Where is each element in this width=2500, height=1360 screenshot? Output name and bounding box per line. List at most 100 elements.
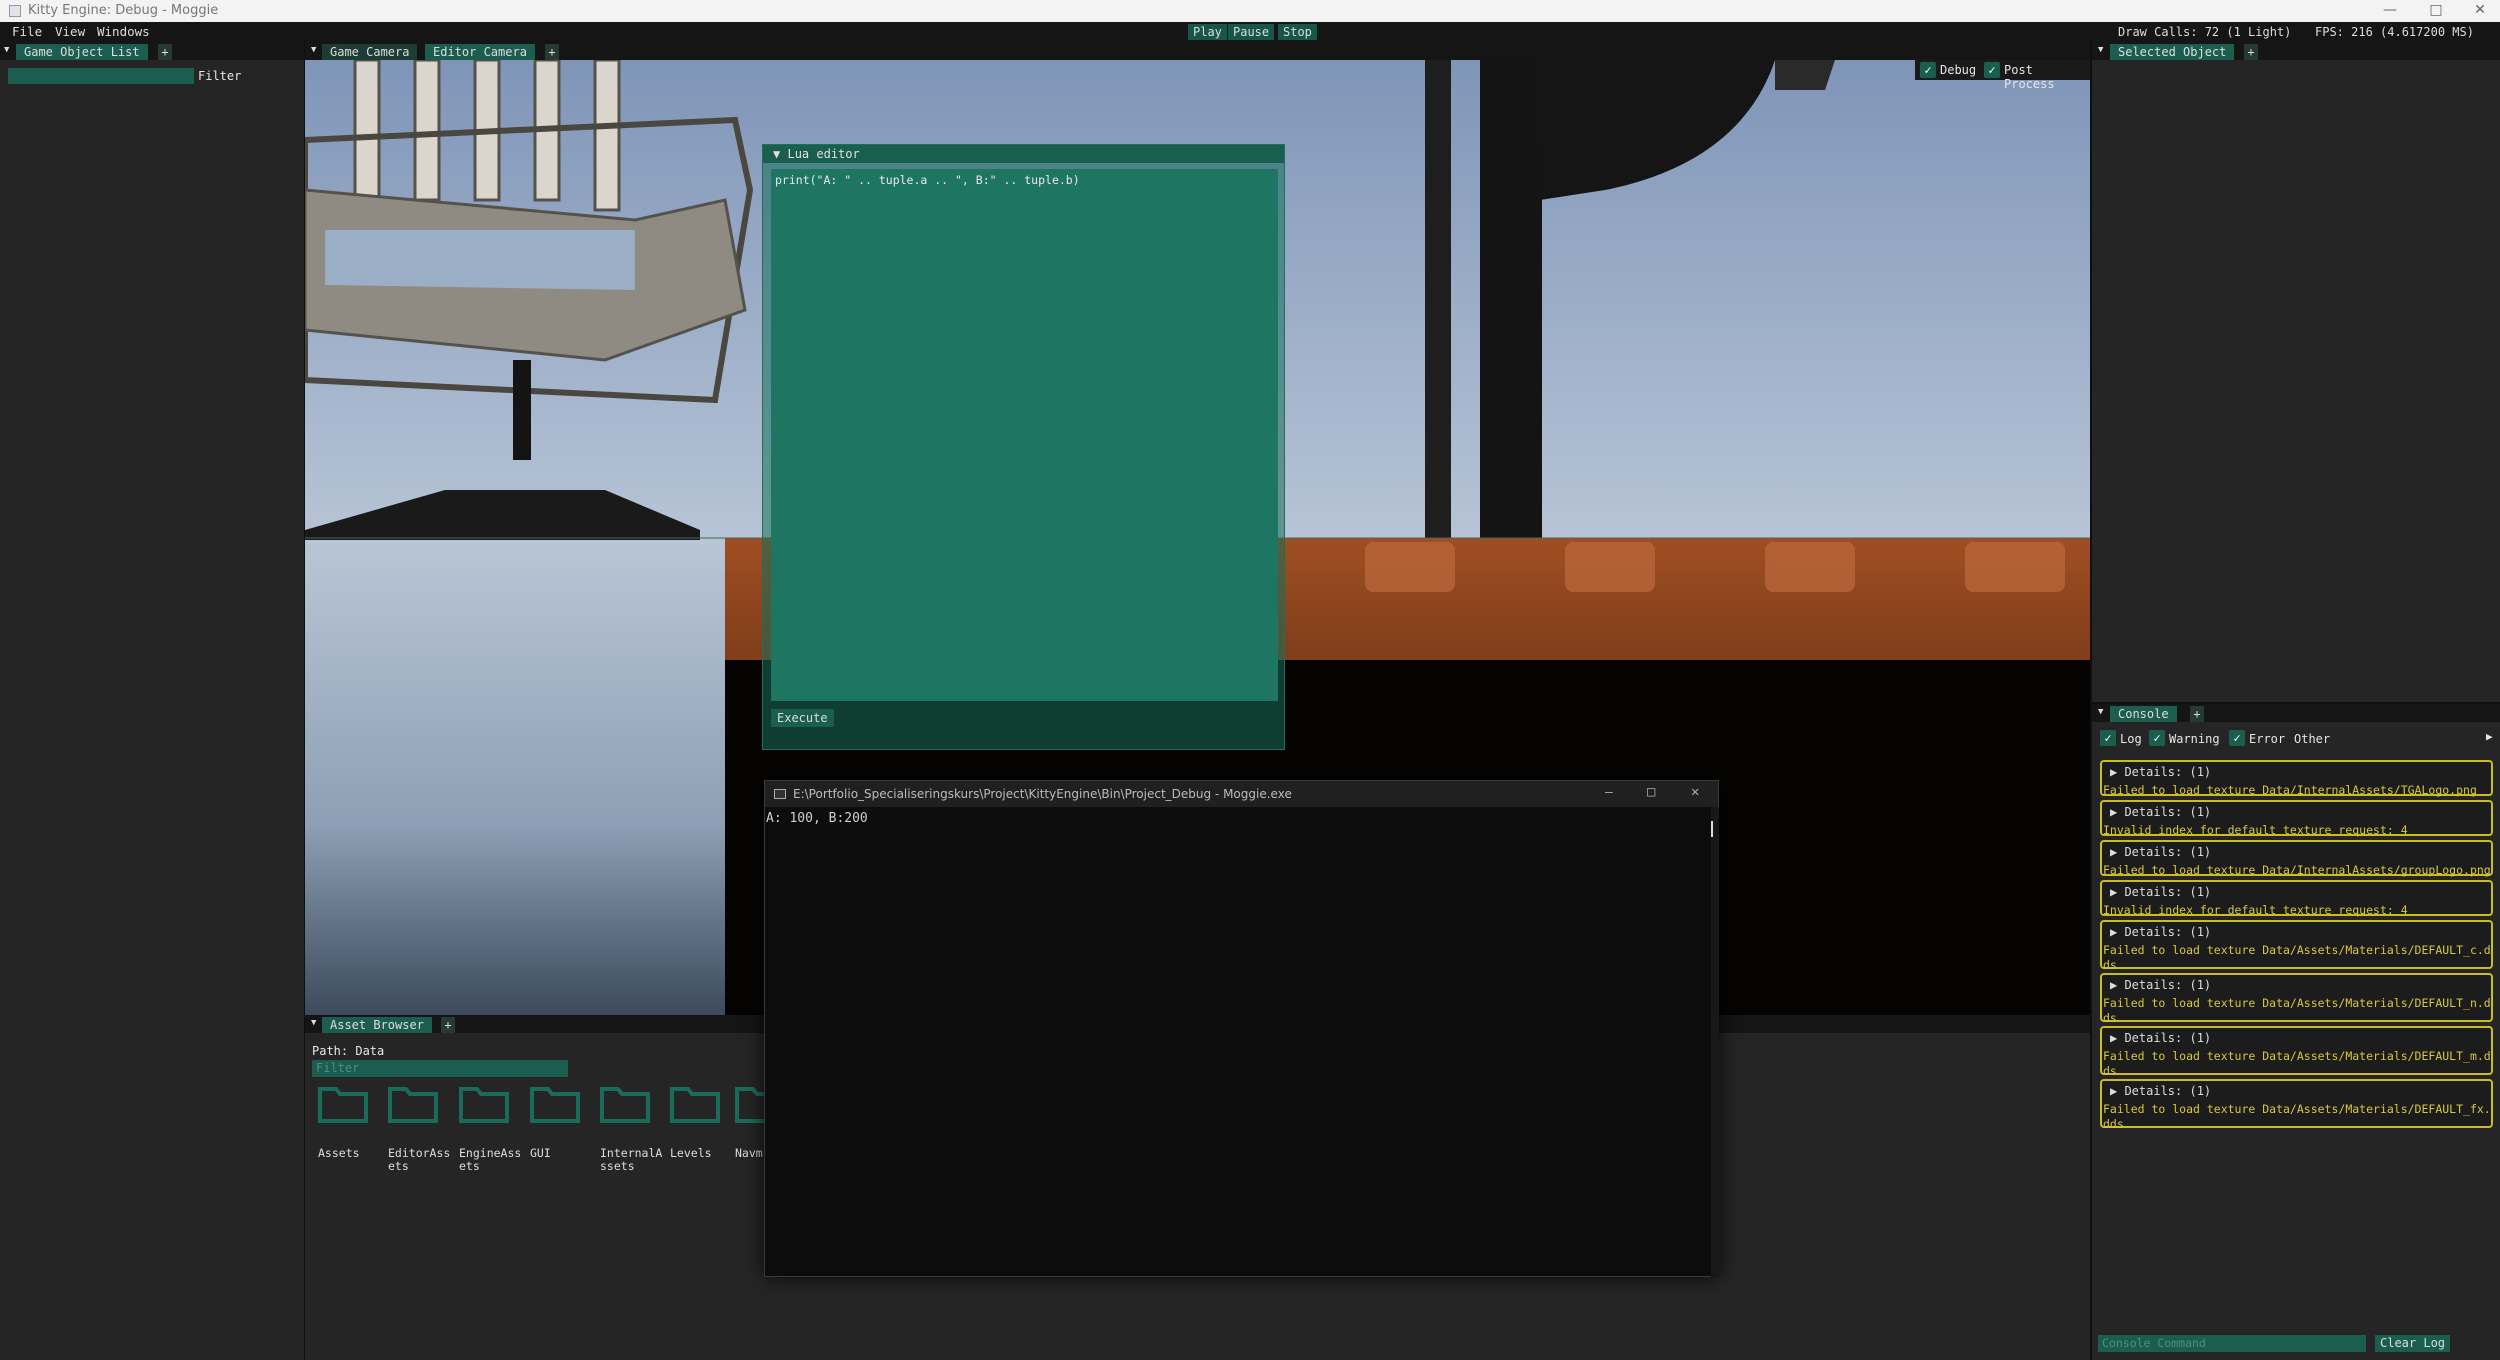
menu-file[interactable]: File: [12, 24, 42, 39]
collapse-icon[interactable]: ▼: [773, 147, 780, 161]
close-icon[interactable]: ✕: [1691, 784, 1699, 800]
add-tab-icon[interactable]: +: [545, 44, 559, 60]
tab-editor-camera[interactable]: Editor Camera: [425, 44, 535, 60]
error-filter-label: Error: [2249, 732, 2286, 746]
lua-editor-window: ▼ Lua editor print("A: " .. tuple.a .. "…: [762, 144, 1285, 750]
error-filter-checkbox[interactable]: ✓: [2229, 730, 2245, 746]
entry-message: Failed to load texture Data/Assets/Mater…: [2103, 943, 2491, 972]
add-tab-icon[interactable]: +: [441, 1017, 455, 1033]
cmd-output: A: 100, B:200: [766, 811, 868, 826]
entry-details: Details: (1): [2124, 1084, 2212, 1098]
entry-message: Failed to load texture Data/Assets/Mater…: [2103, 1049, 2491, 1078]
text-cursor: [1711, 821, 1713, 837]
entry-details: Details: (1): [2124, 765, 2212, 779]
entry-details: Details: (1): [2124, 978, 2212, 992]
console-entry[interactable]: ▶ Details: (1) Failed to load texture Dat…: [2100, 840, 2493, 877]
menu-view[interactable]: View: [55, 24, 85, 39]
expand-arrow-icon[interactable]: ▶: [2486, 730, 2493, 743]
folder-label: EditorAssets: [388, 1146, 451, 1173]
tab-console[interactable]: Console: [2110, 706, 2177, 722]
details-toggle[interactable]: ▶ Details: (1): [2110, 885, 2211, 899]
warning-filter-checkbox[interactable]: ✓: [2149, 730, 2165, 746]
folder-label: GUI: [530, 1146, 551, 1160]
entry-details: Details: (1): [2124, 925, 2212, 939]
lua-editor-header[interactable]: ▼ Lua editor: [763, 145, 1284, 163]
cmd-scrollbar[interactable]: [1711, 807, 1719, 1277]
details-toggle[interactable]: ▶ Details: (1): [2110, 845, 2211, 859]
maximize-icon[interactable]: □: [2416, 0, 2456, 22]
menu-bar: File View Windows Play Pause Stop Draw C…: [0, 22, 2500, 42]
clear-log-button[interactable]: Clear Log: [2375, 1335, 2451, 1352]
debug-checkbox[interactable]: ✓: [1920, 62, 1936, 78]
play-button[interactable]: Play: [1188, 24, 1227, 40]
entry-message: Failed to load texture Data/Assets/Mater…: [2103, 996, 2491, 1025]
app-icon: [9, 5, 21, 17]
collapse-icon[interactable]: ▼: [311, 1018, 316, 1028]
stop-button[interactable]: Stop: [1278, 24, 1317, 40]
details-toggle[interactable]: ▶ Details: (1): [2110, 978, 2211, 992]
object-filter-input[interactable]: [8, 68, 194, 84]
filter-label: Filter: [198, 69, 242, 83]
close-icon[interactable]: ✕: [2460, 0, 2500, 22]
entry-details: Details: (1): [2124, 1031, 2212, 1045]
details-toggle[interactable]: ▶ Details: (1): [2110, 1031, 2211, 1045]
tab-game-camera[interactable]: Game Camera: [322, 44, 418, 60]
lua-code-input[interactable]: print("A: " .. tuple.a .. ", B:" .. tupl…: [771, 169, 1278, 701]
collapse-icon[interactable]: ▼: [311, 45, 316, 55]
console-entry[interactable]: ▶ Details: (1) Failed to load texture Dat…: [2100, 973, 2493, 1025]
entry-message: Failed to load texture Data/InternalAsse…: [2103, 783, 2477, 797]
folder-icon: [530, 1083, 580, 1123]
pause-button[interactable]: Pause: [1228, 24, 1275, 40]
tab-asset-browser[interactable]: Asset Browser: [322, 1017, 432, 1033]
other-filter-label[interactable]: Other: [2294, 732, 2330, 746]
add-tab-icon[interactable]: +: [158, 44, 172, 60]
folder-icon: [318, 1083, 368, 1123]
minimize-icon[interactable]: —: [1605, 785, 1613, 800]
log-filter-label: Log: [2120, 732, 2142, 746]
collapse-icon[interactable]: ▼: [2098, 45, 2103, 55]
asset-path: Path: Data: [312, 1044, 385, 1058]
log-filter-checkbox[interactable]: ✓: [2100, 730, 2116, 746]
draw-calls-readout: Draw Calls: 72 (1 Light): [2118, 25, 2292, 39]
maximize-icon[interactable]: □: [1647, 784, 1655, 800]
selected-object-panel: ▼ Selected Object +: [2092, 42, 2500, 702]
add-tab-icon[interactable]: +: [2190, 706, 2204, 722]
post-process-checkbox[interactable]: ✓: [1984, 62, 2000, 78]
console-entry[interactable]: ▶ Details: (1) Failed to load texture Dat…: [2100, 920, 2493, 972]
debug-label: Debug: [1940, 63, 1977, 77]
tab-selected-object[interactable]: Selected Object: [2110, 44, 2235, 60]
post-process-label: Post Process: [2004, 63, 2055, 91]
console-entry[interactable]: ▶ Details: (1) Invalid index for default …: [2100, 880, 2493, 917]
console-entry[interactable]: ▶ Details: (1) Failed to load texture Dat…: [2100, 1079, 2493, 1131]
collapse-icon[interactable]: ▼: [4, 45, 9, 55]
console-host-window: E:\Portfolio_Specialiseringskurs\Project…: [764, 780, 1719, 1277]
details-toggle[interactable]: ▶ Details: (1): [2110, 765, 2211, 779]
tab-game-object-list[interactable]: Game Object List: [16, 44, 148, 60]
menu-windows[interactable]: Windows: [97, 24, 150, 39]
console-entry[interactable]: ▶ Details: (1) Failed to load texture Dat…: [2100, 1026, 2493, 1078]
folder-icon: [600, 1083, 650, 1123]
collapse-icon[interactable]: ▼: [2098, 707, 2103, 717]
add-tab-icon[interactable]: +: [2244, 44, 2258, 60]
entry-message: Invalid index for default texture reques…: [2103, 823, 2408, 837]
window-title: Kitty Engine: Debug - Moggie: [28, 3, 219, 18]
details-toggle[interactable]: ▶ Details: (1): [2110, 1084, 2211, 1098]
terminal-icon: [774, 789, 786, 799]
entry-message: Failed to load texture Data/Assets/Mater…: [2103, 1102, 2491, 1131]
entry-details: Details: (1): [2124, 845, 2212, 859]
minimize-icon[interactable]: —: [2370, 0, 2410, 22]
lua-editor-title: Lua editor: [787, 147, 860, 161]
window-title-bar: Kitty Engine: Debug - Moggie — □ ✕: [0, 0, 2500, 22]
folder-icon: [459, 1083, 509, 1123]
cmd-title-bar[interactable]: E:\Portfolio_Specialiseringskurs\Project…: [765, 781, 1718, 807]
execute-button[interactable]: Execute: [771, 709, 834, 727]
console-entry[interactable]: ▶ Details: (1) Invalid index for default …: [2100, 800, 2493, 837]
asset-filter-input[interactable]: Filter: [312, 1060, 568, 1077]
console-command-input[interactable]: Console Command: [2098, 1335, 2366, 1352]
console-entry[interactable]: ▶ Details: (1) Failed to load texture Dat…: [2100, 760, 2493, 797]
folder-label: InternalAssets: [600, 1146, 663, 1173]
details-toggle[interactable]: ▶ Details: (1): [2110, 805, 2211, 819]
viewport-tab-bar: ▼ Game Camera Editor Camera +: [305, 42, 2090, 60]
details-toggle[interactable]: ▶ Details: (1): [2110, 925, 2211, 939]
entry-details: Details: (1): [2124, 885, 2212, 899]
